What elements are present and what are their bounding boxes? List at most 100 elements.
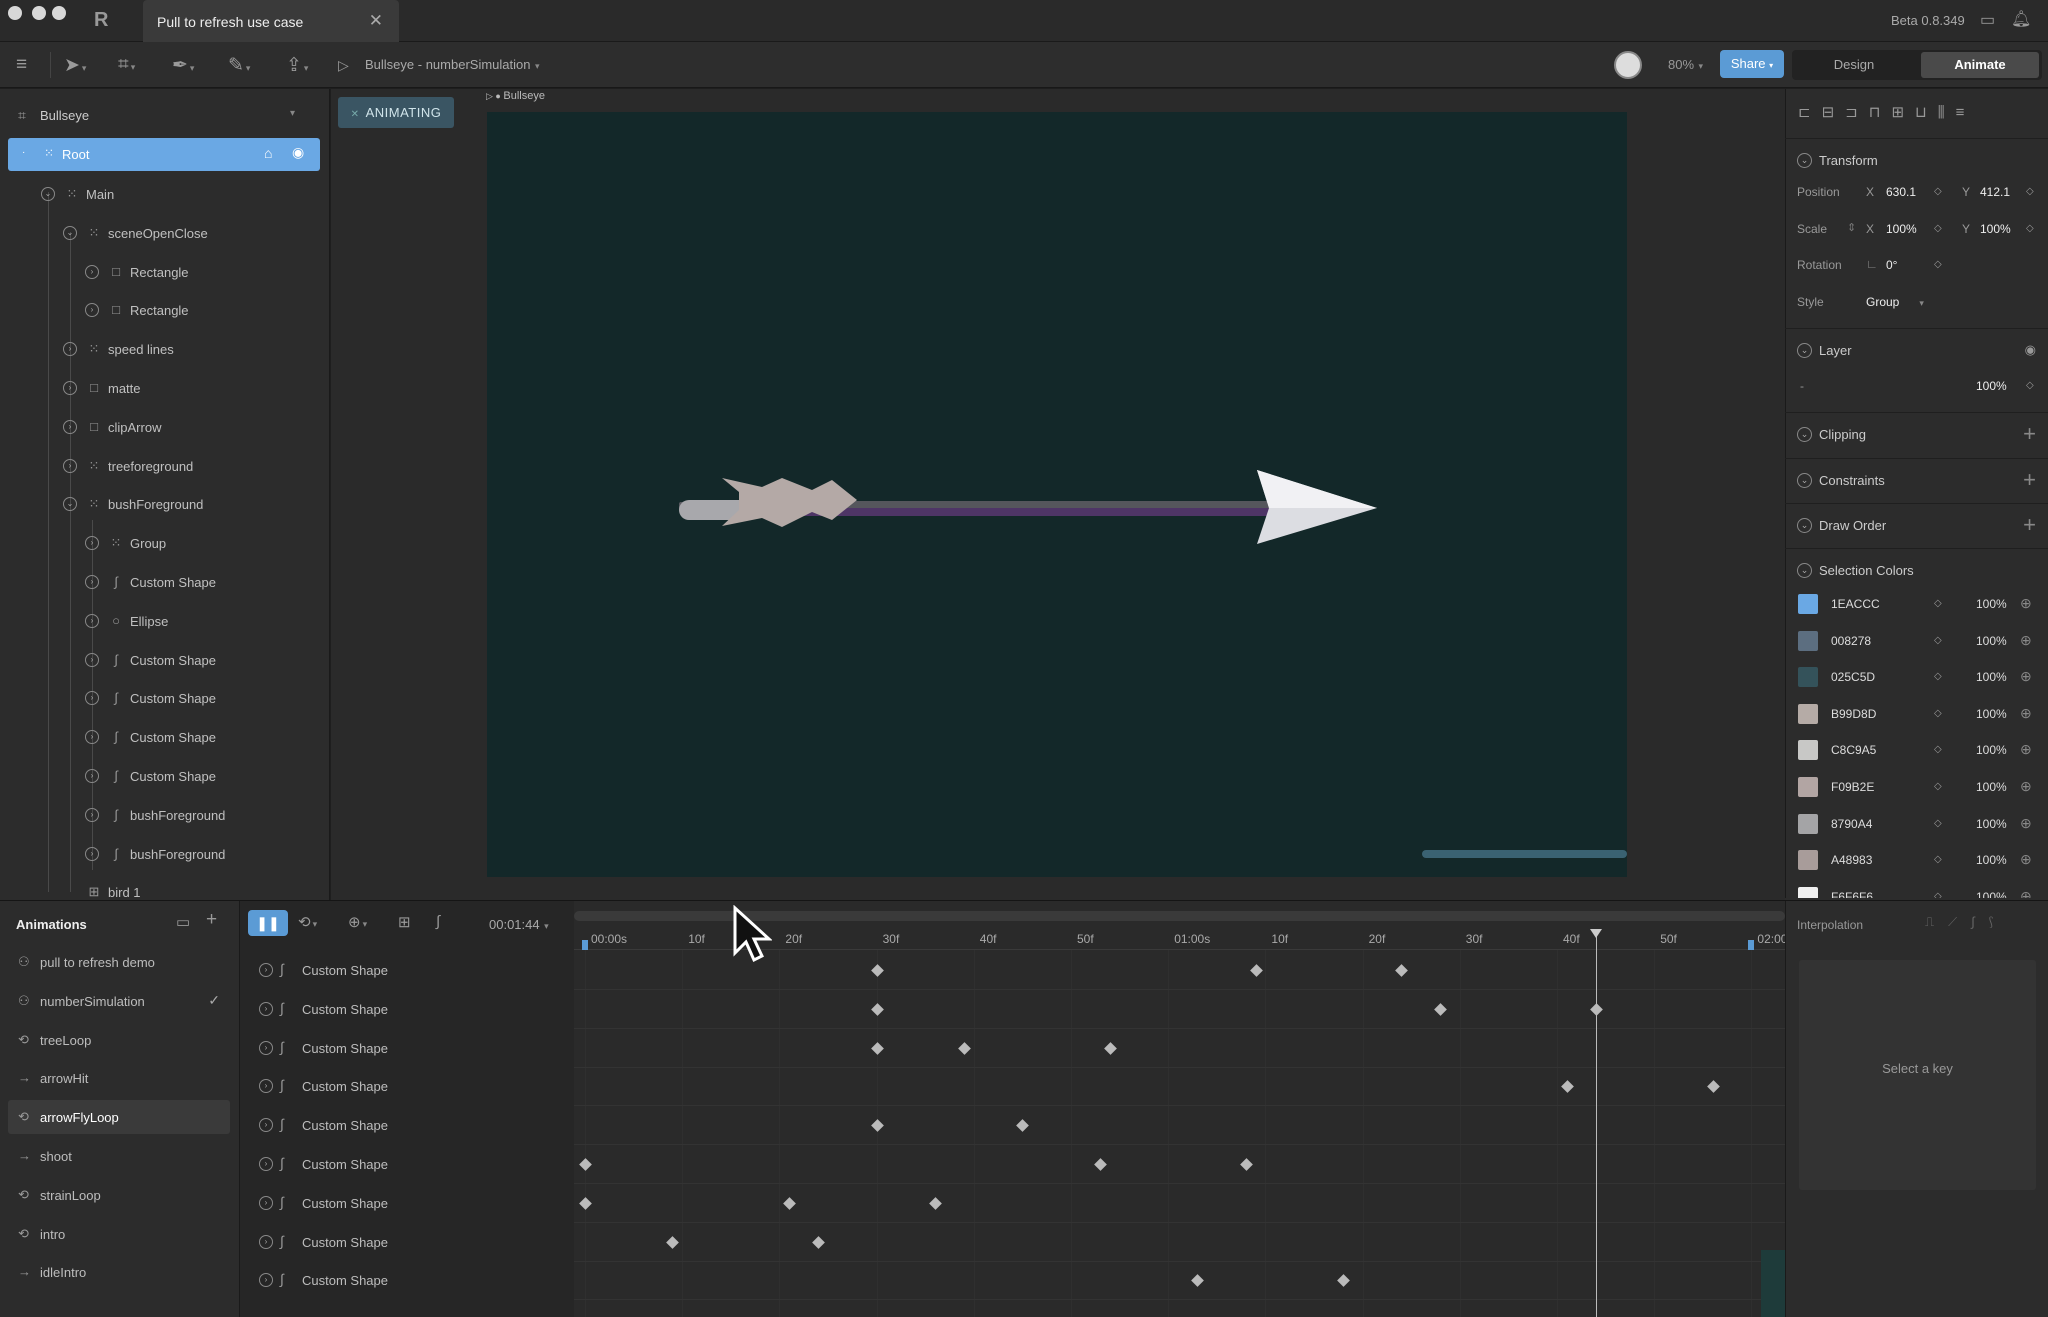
expand-toggle-icon[interactable]: › xyxy=(85,575,99,589)
collapse-chevron-icon[interactable]: ⌄ xyxy=(1797,518,1812,533)
keyframe-diamond-icon[interactable]: ◇ xyxy=(1934,854,1942,865)
expand-toggle-icon[interactable]: › xyxy=(85,846,99,861)
color-hex-value[interactable]: 1EACCC xyxy=(1831,597,1880,611)
expand-toggle-icon[interactable]: › xyxy=(85,730,99,745)
collapse-chevron-icon[interactable]: ⌄ xyxy=(1797,343,1812,358)
tree-item[interactable]: › ∫ bushForeground xyxy=(0,795,330,834)
animation-item[interactable]: → idleIntro xyxy=(8,1255,230,1289)
blend-mode-select[interactable]: - xyxy=(1800,379,1804,393)
color-swatch[interactable] xyxy=(1798,667,1818,688)
curve-editor-icon[interactable]: ∫ xyxy=(436,913,440,930)
expand-toggle-icon[interactable]: › xyxy=(259,1118,273,1133)
animation-item[interactable]: ⚇ numberSimulation ✓ xyxy=(8,984,230,1018)
tab-close-icon[interactable]: ✕ xyxy=(369,11,383,31)
play-preview-icon[interactable]: ▷ xyxy=(338,57,349,74)
collapse-chevron-icon[interactable]: ⌄ xyxy=(1797,473,1812,488)
color-opacity-value[interactable]: 100% xyxy=(1976,707,2007,721)
work-area-end-handle[interactable] xyxy=(1748,940,1755,950)
keyframe-diamond-icon[interactable]: ◇ xyxy=(1934,259,1942,270)
select-target-icon[interactable]: ⊕ xyxy=(2020,705,2032,722)
collapse-icon[interactable]: · xyxy=(22,147,25,158)
timeline-track[interactable]: › ∫ Custom Shape xyxy=(248,1029,568,1068)
user-avatar[interactable] xyxy=(1614,51,1642,79)
snap-icon[interactable]: ⊕ ▾ xyxy=(348,913,367,931)
tree-item[interactable]: › ○ Ellipse xyxy=(0,601,330,640)
collapse-chevron-icon[interactable]: ⌄ xyxy=(1797,153,1812,168)
timeline-track[interactable]: › ∫ Custom Shape xyxy=(248,1223,568,1262)
select-target-icon[interactable]: ⊕ xyxy=(2020,668,2032,685)
expand-toggle-icon[interactable]: › xyxy=(85,536,99,551)
select-target-icon[interactable]: ⊕ xyxy=(2020,741,2032,758)
expand-toggle-icon[interactable]: ⌄ xyxy=(63,497,77,512)
notifications-bell-icon[interactable]: 🔔︎ xyxy=(2011,9,2031,29)
expand-toggle-icon[interactable]: › xyxy=(259,963,273,977)
expand-toggle-icon[interactable]: › xyxy=(63,458,77,473)
keyframe-diamond-icon[interactable]: ◇ xyxy=(1934,744,1942,755)
add-clipping-icon[interactable]: + xyxy=(2023,421,2036,447)
tree-item[interactable]: › ⁙ Group xyxy=(0,523,330,562)
expand-toggle-icon[interactable]: › xyxy=(259,1157,273,1171)
color-opacity-value[interactable]: 100% xyxy=(1976,817,2007,831)
expand-toggle-icon[interactable]: › xyxy=(259,1040,273,1055)
animation-item[interactable]: ⚇ pull to refresh demo xyxy=(8,945,230,979)
tree-item[interactable]: › ⁙ treeforeground xyxy=(0,446,330,485)
zoom-level[interactable]: 80% ▾ xyxy=(1668,57,1703,72)
tree-item[interactable]: ⌄ ⁙ sceneOpenClose xyxy=(0,213,330,252)
select-target-icon[interactable]: ⊕ xyxy=(2020,778,2032,795)
animation-item[interactable]: → arrowHit xyxy=(8,1061,230,1095)
expand-toggle-icon[interactable]: › xyxy=(85,613,99,628)
expand-toggle-icon[interactable]: › xyxy=(85,807,99,822)
select-target-icon[interactable]: ⊕ xyxy=(2020,851,2032,868)
visibility-eye-icon[interactable]: ◉ xyxy=(292,144,304,161)
tree-item[interactable]: › □ clipArrow xyxy=(0,407,330,446)
zoom-window-button[interactable] xyxy=(52,6,66,20)
timecode[interactable]: 00:01:44 ▾ xyxy=(489,917,549,932)
expand-toggle-icon[interactable]: ⌄ xyxy=(41,187,55,201)
scale-y-field[interactable]: 100% xyxy=(1980,222,2011,236)
breadcrumb[interactable]: Bullseye - numberSimulation ▾ xyxy=(365,57,540,72)
position-y-field[interactable]: 412.1 xyxy=(1980,185,2010,199)
color-swatch[interactable] xyxy=(1798,850,1818,871)
style-select[interactable]: Group ▾ xyxy=(1866,295,1924,309)
tree-item[interactable]: › ∫ bushForeground xyxy=(0,834,330,873)
color-swatch[interactable] xyxy=(1798,630,1818,651)
keyframe-diamond-icon[interactable]: ◇ xyxy=(2026,223,2034,234)
color-swatch[interactable] xyxy=(1798,703,1818,724)
tree-item[interactable]: ⌄ ⁙ bushForeground xyxy=(0,484,330,523)
draw-order-section-header[interactable]: ⌄ Draw Order + xyxy=(1785,503,2048,547)
color-hex-value[interactable]: B99D8D xyxy=(1831,707,1876,721)
expand-toggle-icon[interactable]: › xyxy=(259,1195,273,1210)
document-tab[interactable]: Pull to refresh use case ✕ xyxy=(143,0,399,42)
expand-toggle-icon[interactable]: › xyxy=(85,691,99,706)
align-tools[interactable]: ⊏⊟⊐⊓⊞⊔⫼≡ xyxy=(1798,103,1975,121)
color-opacity-value[interactable]: 100% xyxy=(1976,670,2007,684)
keyframe-diamond-icon[interactable]: ◇ xyxy=(2026,380,2034,391)
export-tool-icon[interactable]: ⇪ ▾ xyxy=(286,54,308,77)
expand-toggle-icon[interactable]: › xyxy=(63,381,77,395)
tree-item[interactable]: › ∫ Custom Shape xyxy=(0,640,330,679)
keyframe-diamond-icon[interactable]: ◇ xyxy=(1934,598,1942,609)
menu-icon[interactable]: ≡ xyxy=(16,54,27,76)
tree-item-root[interactable]: · ⁙ Root ⌂ ◉ xyxy=(8,138,320,171)
color-swatch[interactable] xyxy=(1798,813,1818,834)
color-hex-value[interactable]: C8C9A5 xyxy=(1831,743,1876,757)
select-target-icon[interactable]: ⊕ xyxy=(2020,632,2032,649)
timeline-track[interactable]: › ∫ Custom Shape xyxy=(248,1106,568,1145)
layer-opacity-field[interactable]: 100% xyxy=(1976,379,2007,393)
keyframe-tool-icon[interactable]: ⊞ xyxy=(398,913,411,931)
color-opacity-value[interactable]: 100% xyxy=(1976,634,2007,648)
artboard-title[interactable]: ▷ ● Bullseye xyxy=(486,90,545,102)
loop-mode-icon[interactable]: ⟲ ▾ xyxy=(298,913,317,931)
timeline-track[interactable]: › ∫ Custom Shape xyxy=(248,1184,568,1223)
selection-colors-section-header[interactable]: ⌄ Selection Colors xyxy=(1785,548,2048,592)
color-hex-value[interactable]: 008278 xyxy=(1831,634,1871,648)
color-swatch[interactable] xyxy=(1798,740,1818,761)
color-opacity-value[interactable]: 100% xyxy=(1976,780,2007,794)
timeline-grid[interactable] xyxy=(574,901,1785,1317)
select-target-icon[interactable]: ⊕ xyxy=(2020,595,2032,612)
tree-item[interactable]: › □ matte xyxy=(0,368,330,407)
color-swatch[interactable] xyxy=(1798,777,1818,797)
color-swatch[interactable] xyxy=(1798,594,1818,614)
timeline-track[interactable]: › ∫ Custom Shape xyxy=(248,990,568,1029)
tree-item[interactable]: › ⁙ speed lines xyxy=(0,329,330,368)
